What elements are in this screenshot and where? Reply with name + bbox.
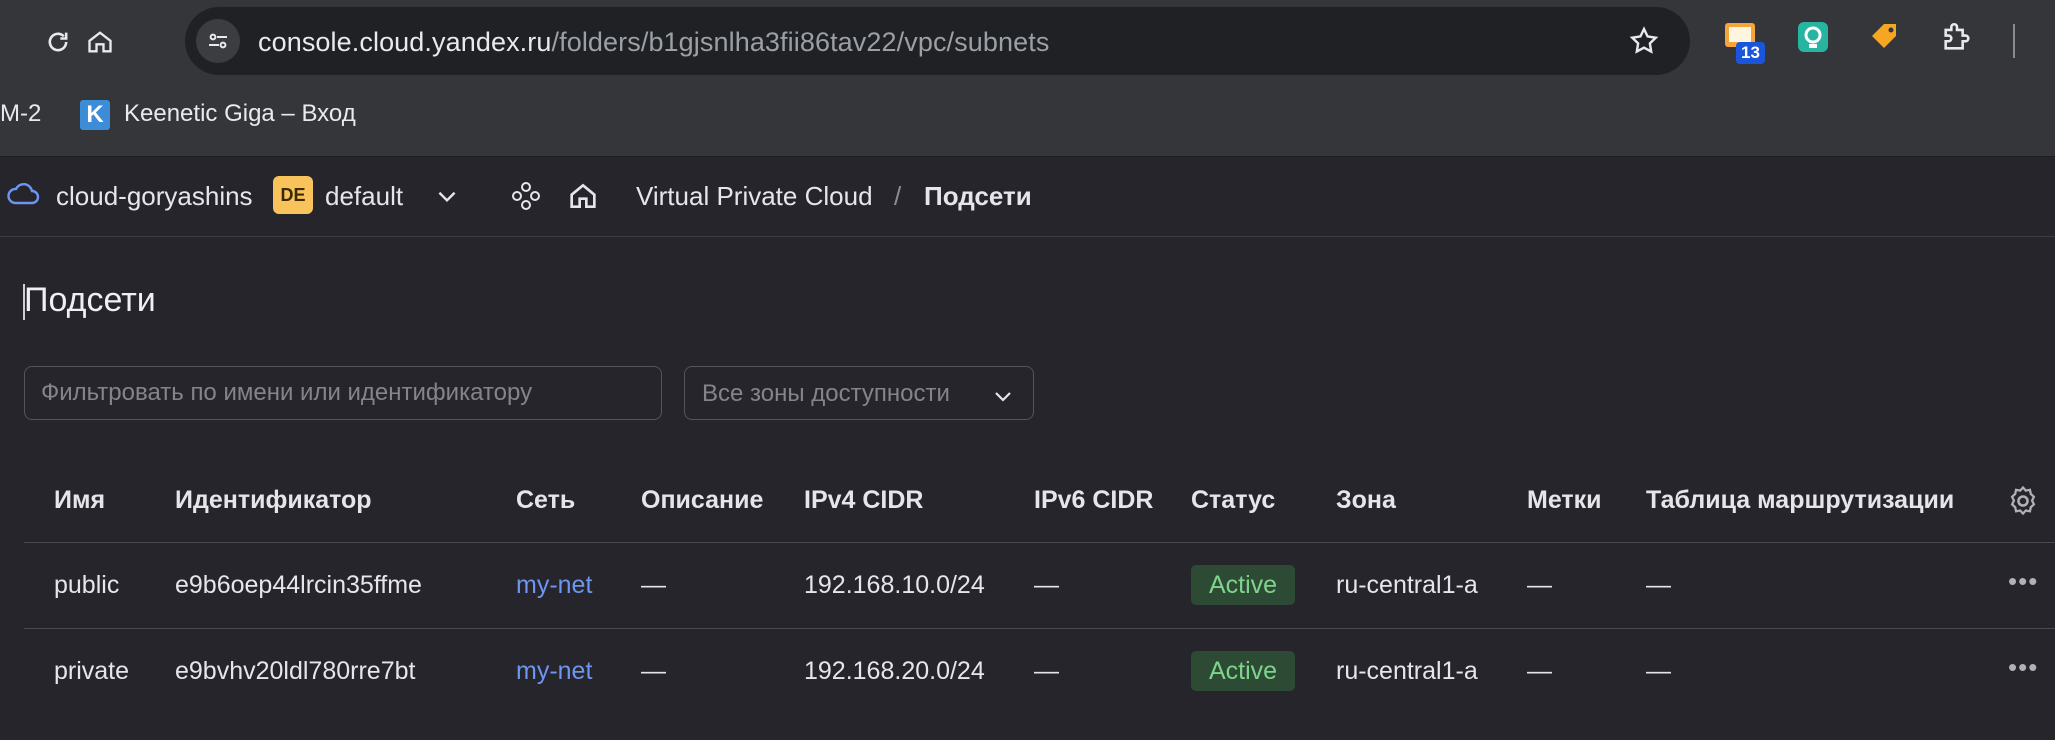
bookmark-item[interactable]: M-2 xyxy=(0,100,41,128)
cell-zone: ru-central1-a xyxy=(1336,657,1478,685)
site-info-icon[interactable] xyxy=(196,19,240,63)
cell-route-table: — xyxy=(1646,571,1671,599)
column-header[interactable]: Описание xyxy=(641,486,763,515)
url-path: /folders/b1gjsnlha3fii86tav22/vpc/subnet… xyxy=(551,27,1050,57)
column-header[interactable]: Метки xyxy=(1527,486,1602,515)
folder-name[interactable]: default xyxy=(325,181,403,212)
zone-select[interactable]: Все зоны доступности xyxy=(684,366,1034,420)
cell-labels: — xyxy=(1527,571,1552,599)
reload-icon[interactable] xyxy=(38,22,78,62)
extension-gear-icon[interactable] xyxy=(1796,20,1840,64)
services-icon[interactable] xyxy=(510,180,542,217)
cell-description: — xyxy=(641,571,666,599)
url-text[interactable]: console.cloud.yandex.ru/folders/b1gjsnlh… xyxy=(258,27,1049,58)
table-settings-gear-icon[interactable] xyxy=(2006,484,2040,523)
breadcrumb-service[interactable]: Virtual Private Cloud xyxy=(636,181,873,212)
status-badge: Active xyxy=(1191,565,1295,605)
status-badge: Active xyxy=(1191,651,1295,691)
column-header[interactable]: Сеть xyxy=(516,486,575,515)
page-title: Подсети xyxy=(24,281,156,319)
filter-field[interactable] xyxy=(24,366,662,420)
cell-labels: — xyxy=(1527,657,1552,685)
table-divider xyxy=(24,628,2055,629)
toolbar-divider xyxy=(2013,24,2015,58)
extension-badge: 13 xyxy=(1736,42,1765,64)
table-divider xyxy=(24,542,2055,543)
row-actions-more-icon[interactable]: ••• xyxy=(2008,652,2038,683)
breadcrumb-separator: / xyxy=(894,181,902,211)
bookmark-item[interactable]: Keenetic Giga – Вход xyxy=(124,100,356,128)
row-actions-more-icon[interactable]: ••• xyxy=(2008,566,2038,597)
cell-ipv4: 192.168.20.0/24 xyxy=(804,657,985,685)
cell-zone: ru-central1-a xyxy=(1336,571,1478,599)
cell-route-table: — xyxy=(1646,657,1671,685)
column-header[interactable]: Таблица маршрутизации xyxy=(1646,486,1954,515)
home-icon[interactable] xyxy=(567,180,599,217)
zone-select-value: Все зоны доступности xyxy=(702,380,950,407)
column-header[interactable]: IPv6 CIDR xyxy=(1034,486,1153,515)
home-icon[interactable] xyxy=(80,22,120,62)
column-header[interactable]: IPv4 CIDR xyxy=(804,486,923,515)
folder-badge: DE xyxy=(273,176,313,214)
url-host: console.cloud.yandex.ru xyxy=(258,27,552,57)
column-header[interactable]: Имя xyxy=(54,486,105,515)
cell-ipv6: — xyxy=(1034,571,1059,599)
cell-ipv6: — xyxy=(1034,657,1059,685)
browser-toolbar: console.cloud.yandex.ru/folders/b1gjsnlh… xyxy=(0,0,2055,84)
keenetic-logo-icon: K xyxy=(80,100,110,130)
column-header[interactable]: Статус xyxy=(1191,486,1275,515)
cell-name[interactable]: public xyxy=(54,571,119,600)
cell-description: — xyxy=(641,657,666,685)
column-header[interactable]: Зона xyxy=(1336,486,1396,515)
breadcrumb-current: Подсети xyxy=(924,181,1032,211)
cell-id: e9bvhv20ldl780rre7bt xyxy=(175,657,416,685)
cloud-name[interactable]: cloud-goryashins xyxy=(56,181,253,212)
address-bar[interactable]: console.cloud.yandex.ru/folders/b1gjsnlh… xyxy=(185,7,1690,75)
cell-network-link[interactable]: my-net xyxy=(516,571,592,600)
cell-name[interactable]: private xyxy=(54,657,129,686)
cell-ipv4: 192.168.10.0/24 xyxy=(804,571,985,599)
bookmark-star-icon[interactable] xyxy=(1628,25,1660,62)
filter-input[interactable] xyxy=(25,367,661,419)
cell-id: e9b6oep44lrcin35ffme xyxy=(175,571,422,599)
chevron-down-icon xyxy=(991,384,1015,413)
cell-network-link[interactable]: my-net xyxy=(516,657,592,686)
chevron-down-icon[interactable] xyxy=(434,183,460,214)
column-header[interactable]: Идентификатор xyxy=(175,486,372,515)
extension-coupon-icon[interactable] xyxy=(1866,20,1910,64)
cloud-icon xyxy=(6,179,40,214)
extensions-puzzle-icon[interactable] xyxy=(1940,20,1984,64)
